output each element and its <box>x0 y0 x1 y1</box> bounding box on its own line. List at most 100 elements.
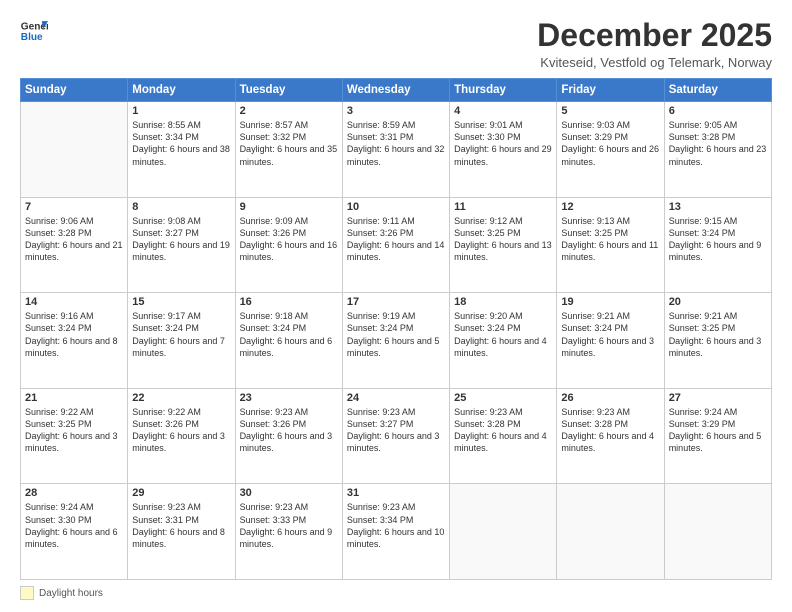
day-number: 21 <box>25 392 123 404</box>
calendar-cell: 12 Sunrise: 9:13 AMSunset: 3:25 PMDayligh… <box>557 197 664 293</box>
footer: Daylight hours <box>20 586 772 600</box>
day-number: 2 <box>240 105 338 117</box>
calendar-cell: 10Sunrise: 9:11 AMSunset: 3:26 PMDayligh… <box>342 197 449 293</box>
calendar-cell: 23Sunrise: 9:23 AMSunset: 3:26 PMDayligh… <box>235 388 342 484</box>
day-number: 9 <box>240 201 338 213</box>
calendar-cell: 17 Sunrise: 9:19 AMSunset: 3:24 PMDayligh… <box>342 293 449 389</box>
day-info: Sunrise: 9:05 AMSunset: 3:28 PMDaylight:… <box>669 119 767 168</box>
day-number: 28 <box>25 487 123 499</box>
day-info: Sunrise: 9:06 AMSunset: 3:28 PMDaylight:… <box>25 215 123 264</box>
calendar-cell: 25Sunrise: 9:23 AMSunset: 3:28 PMDayligh… <box>450 388 557 484</box>
calendar-cell <box>450 484 557 580</box>
day-number: 23 <box>240 392 338 404</box>
calendar-cell: 13 Sunrise: 9:15 AMSunset: 3:24 PMDayligh… <box>664 197 771 293</box>
calendar-cell: 30 Sunrise: 9:23 AMSunset: 3:33 PMDayligh… <box>235 484 342 580</box>
day-info: Sunrise: 9:19 AMSunset: 3:24 PMDaylight:… <box>347 310 445 359</box>
calendar-cell: 20 Sunrise: 9:21 AMSunset: 3:25 PMDayligh… <box>664 293 771 389</box>
day-info: Sunrise: 9:15 AMSunset: 3:24 PMDaylight:… <box>669 215 767 264</box>
calendar-cell: 16Sunrise: 9:18 AMSunset: 3:24 PMDayligh… <box>235 293 342 389</box>
legend-color-daylight <box>20 586 34 600</box>
legend-daylight-label: Daylight hours <box>39 588 103 599</box>
col-thursday: Thursday <box>450 79 557 102</box>
day-info: Sunrise: 8:59 AMSunset: 3:31 PMDaylight:… <box>347 119 445 168</box>
day-number: 4 <box>454 105 552 117</box>
day-number: 24 <box>347 392 445 404</box>
day-info: Sunrise: 9:16 AMSunset: 3:24 PMDaylight:… <box>25 310 123 359</box>
calendar-cell: 2 Sunrise: 8:57 AMSunset: 3:32 PMDaylight… <box>235 102 342 198</box>
calendar-cell: 24 Sunrise: 9:23 AMSunset: 3:27 PMDayligh… <box>342 388 449 484</box>
day-info: Sunrise: 8:55 AMSunset: 3:34 PMDaylight:… <box>132 119 230 168</box>
calendar-cell: 3 Sunrise: 8:59 AMSunset: 3:31 PMDaylight… <box>342 102 449 198</box>
day-info: Sunrise: 9:17 AMSunset: 3:24 PMDaylight:… <box>132 310 230 359</box>
day-number: 12 <box>561 201 659 213</box>
calendar-week-2: 14 Sunrise: 9:16 AMSunset: 3:24 PMDayligh… <box>21 293 772 389</box>
day-info: Sunrise: 9:21 AMSunset: 3:25 PMDaylight:… <box>669 310 767 359</box>
day-number: 5 <box>561 105 659 117</box>
day-info: Sunrise: 9:01 AMSunset: 3:30 PMDaylight:… <box>454 119 552 168</box>
day-number: 7 <box>25 201 123 213</box>
day-info: Sunrise: 9:22 AMSunset: 3:25 PMDaylight:… <box>25 406 123 455</box>
calendar-cell: 28Sunrise: 9:24 AMSunset: 3:30 PMDayligh… <box>21 484 128 580</box>
page: General Blue December 2025 Kviteseid, Ve… <box>0 0 792 612</box>
calendar-table: Sunday Monday Tuesday Wednesday Thursday… <box>20 78 772 580</box>
day-number: 3 <box>347 105 445 117</box>
day-info: Sunrise: 9:20 AMSunset: 3:24 PMDaylight:… <box>454 310 552 359</box>
calendar-cell: 29 Sunrise: 9:23 AMSunset: 3:31 PMDayligh… <box>128 484 235 580</box>
day-number: 17 <box>347 296 445 308</box>
day-info: Sunrise: 9:24 AMSunset: 3:29 PMDaylight:… <box>669 406 767 455</box>
day-number: 13 <box>669 201 767 213</box>
calendar-cell: 15 Sunrise: 9:17 AMSunset: 3:24 PMDayligh… <box>128 293 235 389</box>
day-number: 31 <box>347 487 445 499</box>
legend-item-daylight: Daylight hours <box>20 586 103 600</box>
day-info: Sunrise: 9:12 AMSunset: 3:25 PMDaylight:… <box>454 215 552 264</box>
month-title: December 2025 <box>537 18 772 53</box>
col-friday: Friday <box>557 79 664 102</box>
calendar-cell: 9 Sunrise: 9:09 AMSunset: 3:26 PMDaylight… <box>235 197 342 293</box>
day-number: 19 <box>561 296 659 308</box>
calendar-cell: 31Sunrise: 9:23 AMSunset: 3:34 PMDayligh… <box>342 484 449 580</box>
calendar-cell: 11Sunrise: 9:12 AMSunset: 3:25 PMDayligh… <box>450 197 557 293</box>
day-number: 15 <box>132 296 230 308</box>
logo: General Blue <box>20 18 48 46</box>
calendar-cell: 5 Sunrise: 9:03 AMSunset: 3:29 PMDaylight… <box>557 102 664 198</box>
calendar-cell <box>557 484 664 580</box>
calendar-cell <box>21 102 128 198</box>
day-number: 14 <box>25 296 123 308</box>
calendar-cell: 14 Sunrise: 9:16 AMSunset: 3:24 PMDayligh… <box>21 293 128 389</box>
day-info: Sunrise: 9:08 AMSunset: 3:27 PMDaylight:… <box>132 215 230 264</box>
calendar-week-0: 1Sunrise: 8:55 AMSunset: 3:34 PMDaylight… <box>21 102 772 198</box>
day-number: 20 <box>669 296 767 308</box>
calendar-cell: 19Sunrise: 9:21 AMSunset: 3:24 PMDayligh… <box>557 293 664 389</box>
calendar-cell: 4 Sunrise: 9:01 AMSunset: 3:30 PMDaylight… <box>450 102 557 198</box>
svg-text:Blue: Blue <box>21 32 43 43</box>
day-info: Sunrise: 9:23 AMSunset: 3:33 PMDaylight:… <box>240 501 338 550</box>
calendar-cell: 21 Sunrise: 9:22 AMSunset: 3:25 PMDayligh… <box>21 388 128 484</box>
day-info: Sunrise: 9:03 AMSunset: 3:29 PMDaylight:… <box>561 119 659 168</box>
calendar-cell: 6 Sunrise: 9:05 AMSunset: 3:28 PMDaylight… <box>664 102 771 198</box>
day-info: Sunrise: 9:13 AMSunset: 3:25 PMDaylight:… <box>561 215 659 264</box>
day-info: Sunrise: 9:23 AMSunset: 3:31 PMDaylight:… <box>132 501 230 550</box>
day-number: 29 <box>132 487 230 499</box>
calendar-week-3: 21 Sunrise: 9:22 AMSunset: 3:25 PMDayligh… <box>21 388 772 484</box>
day-info: Sunrise: 9:23 AMSunset: 3:28 PMDaylight:… <box>561 406 659 455</box>
day-number: 26 <box>561 392 659 404</box>
day-info: Sunrise: 9:09 AMSunset: 3:26 PMDaylight:… <box>240 215 338 264</box>
day-number: 30 <box>240 487 338 499</box>
logo-icon: General Blue <box>20 18 48 46</box>
calendar-week-1: 7 Sunrise: 9:06 AMSunset: 3:28 PMDaylight… <box>21 197 772 293</box>
col-monday: Monday <box>128 79 235 102</box>
calendar-cell: 8Sunrise: 9:08 AMSunset: 3:27 PMDaylight… <box>128 197 235 293</box>
subtitle: Kviteseid, Vestfold og Telemark, Norway <box>537 55 772 70</box>
col-wednesday: Wednesday <box>342 79 449 102</box>
col-sunday: Sunday <box>21 79 128 102</box>
day-info: Sunrise: 8:57 AMSunset: 3:32 PMDaylight:… <box>240 119 338 168</box>
day-info: Sunrise: 9:22 AMSunset: 3:26 PMDaylight:… <box>132 406 230 455</box>
day-info: Sunrise: 9:23 AMSunset: 3:28 PMDaylight:… <box>454 406 552 455</box>
day-number: 6 <box>669 105 767 117</box>
calendar-cell: 18Sunrise: 9:20 AMSunset: 3:24 PMDayligh… <box>450 293 557 389</box>
calendar-week-4: 28Sunrise: 9:24 AMSunset: 3:30 PMDayligh… <box>21 484 772 580</box>
day-info: Sunrise: 9:23 AMSunset: 3:27 PMDaylight:… <box>347 406 445 455</box>
calendar-cell: 7 Sunrise: 9:06 AMSunset: 3:28 PMDaylight… <box>21 197 128 293</box>
col-tuesday: Tuesday <box>235 79 342 102</box>
col-saturday: Saturday <box>664 79 771 102</box>
